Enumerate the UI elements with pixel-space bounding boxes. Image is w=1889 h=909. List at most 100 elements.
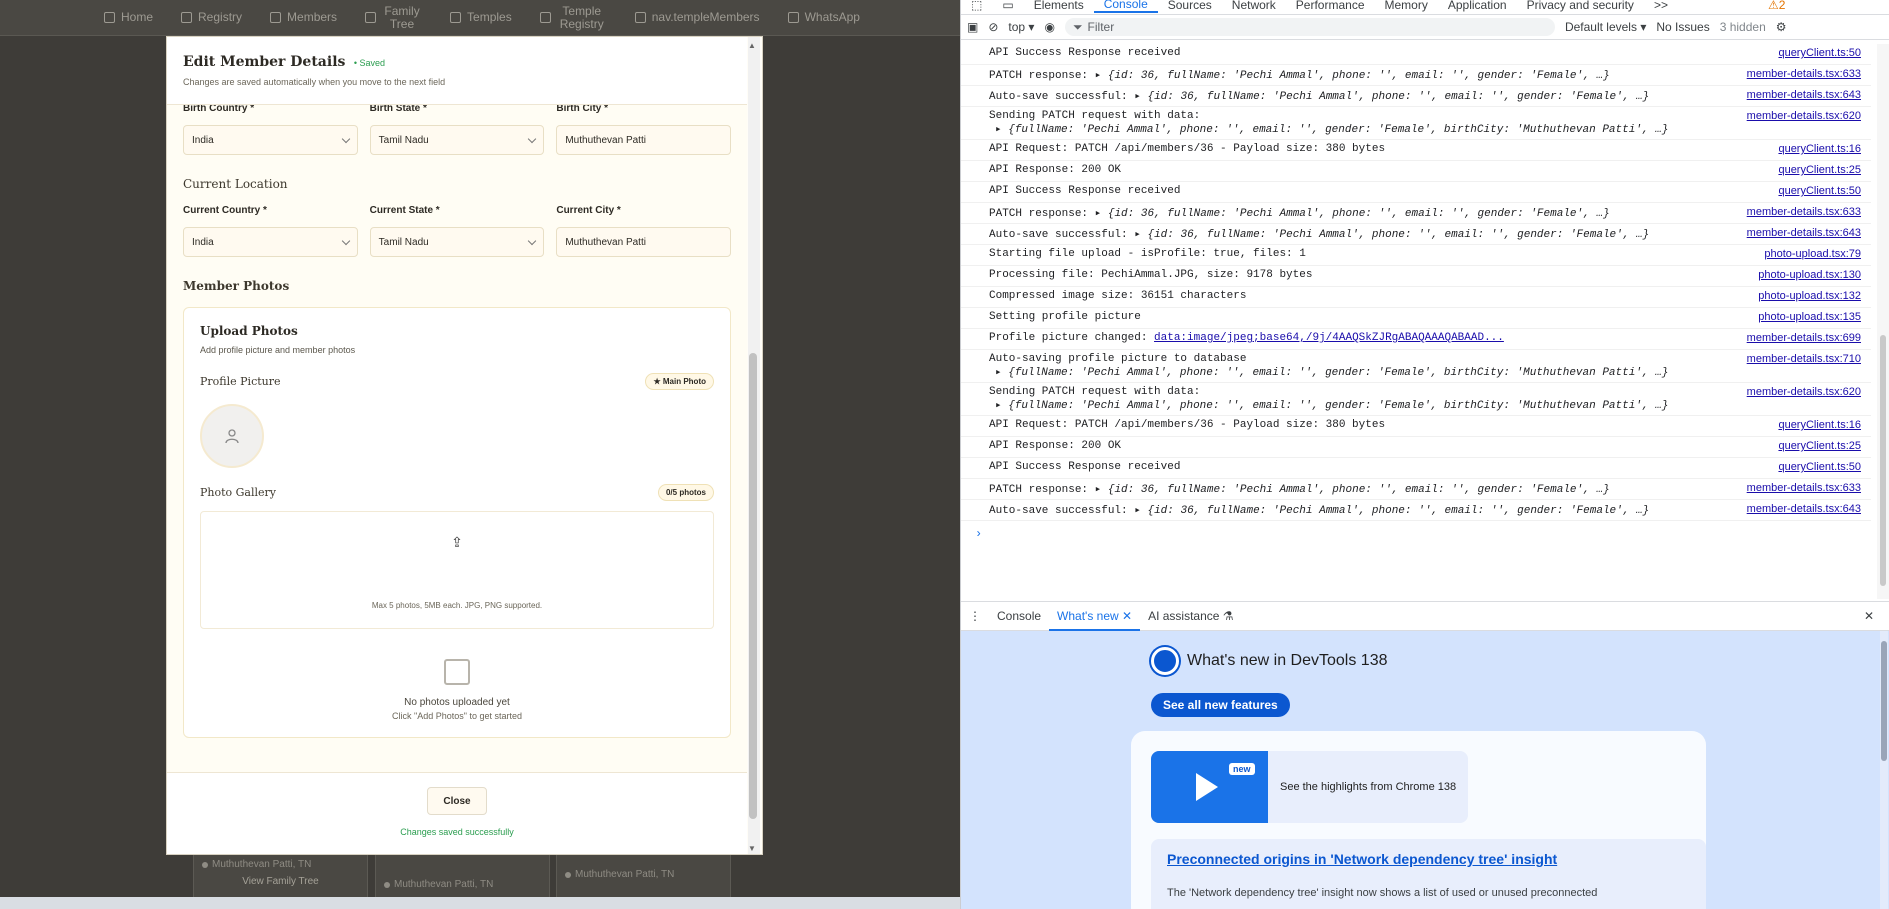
insight-card: Preconnected origins in 'Network depende…	[1151, 839, 1706, 909]
drawer-tab-ai-assistance[interactable]: AI assistance ⚗	[1140, 601, 1241, 631]
close-drawer-icon[interactable]: ✕	[1856, 601, 1882, 631]
current-state-select[interactable]: Tamil Nadu	[369, 227, 545, 257]
tab-privacy[interactable]: Privacy and security	[1517, 0, 1644, 12]
modal-scrollbar[interactable]: ▲ ▼	[748, 37, 760, 854]
source-link[interactable]: member-details.tsx:633	[1747, 206, 1861, 218]
console-object[interactable]: ▸ {fullName: 'Pechi Ammal', phone: '', e…	[989, 122, 1871, 136]
console-object[interactable]: {id: 36, fullName: 'Pechi Ammal', phone:…	[1108, 208, 1610, 220]
source-link[interactable]: photo-upload.tsx:135	[1758, 311, 1861, 323]
tab-console[interactable]: Console	[1093, 0, 1158, 13]
console-message: API Request: PATCH /api/members/36 - Pay…	[989, 143, 1871, 155]
inspect-icon[interactable]: ⬚	[961, 0, 992, 12]
source-link[interactable]: photo-upload.tsx:130	[1758, 269, 1861, 281]
nav-family-tree[interactable]: Family Tree	[351, 0, 436, 36]
main-photo-badge: ★ Main Photo	[645, 373, 714, 390]
nav-temple-members[interactable]: nav.templeMembers	[621, 0, 774, 36]
nav-whatsapp[interactable]: WhatsApp	[774, 0, 874, 36]
console-message: Sending PATCH request with data:	[989, 386, 1871, 398]
tab-elements[interactable]: Elements	[1024, 0, 1094, 12]
console-object[interactable]: {id: 36, fullName: 'Pechi Ammal', phone:…	[1147, 229, 1649, 241]
source-link[interactable]: member-details.tsx:710	[1747, 353, 1861, 365]
tab-performance[interactable]: Performance	[1286, 0, 1375, 12]
scroll-thumb[interactable]	[749, 353, 757, 819]
clear-console-icon[interactable]: ⊘	[988, 20, 998, 34]
console-object[interactable]: {id: 36, fullName: 'Pechi Ammal', phone:…	[1147, 91, 1649, 103]
saved-message: Changes saved successfully	[400, 827, 514, 837]
current-city-input[interactable]: Muthuthevan Patti	[556, 227, 732, 257]
source-link[interactable]: member-details.tsx:620	[1747, 386, 1861, 398]
temples-members-icon	[634, 12, 646, 23]
insight-title-link[interactable]: Preconnected origins in 'Network depende…	[1167, 851, 1690, 867]
nav-home[interactable]: Home	[90, 0, 167, 36]
source-link[interactable]: queryClient.ts:16	[1778, 419, 1861, 431]
drawer-scrollbar[interactable]	[1880, 631, 1888, 909]
close-button[interactable]: Close	[427, 787, 487, 815]
nav-temple-registry[interactable]: Temple Registry	[526, 0, 621, 36]
source-link[interactable]: member-details.tsx:643	[1747, 89, 1861, 101]
source-link[interactable]: member-details.tsx:620	[1747, 110, 1861, 122]
source-link[interactable]: queryClient.ts:50	[1778, 47, 1861, 59]
source-link[interactable]: member-details.tsx:633	[1747, 68, 1861, 80]
console-message: Auto-save successful: ▸ {id: 36, fullNam…	[989, 91, 1650, 103]
play-icon	[1196, 773, 1218, 801]
tab-memory[interactable]: Memory	[1375, 0, 1438, 12]
source-link[interactable]: queryClient.ts:50	[1778, 185, 1861, 197]
source-link[interactable]: queryClient.ts:25	[1778, 164, 1861, 176]
photo-dropzone[interactable]: ⇪ Max 5 photos, 5MB each. JPG, PNG suppo…	[200, 511, 714, 629]
console-object[interactable]: ▸ {fullName: 'Pechi Ammal', phone: '', e…	[989, 365, 1871, 379]
filter-input[interactable]: ⏷ Filter	[1064, 18, 1555, 36]
view-family-tree-link[interactable]: View Family Tree	[202, 876, 359, 887]
tab-application[interactable]: Application	[1438, 0, 1517, 12]
console-object[interactable]: {id: 36, fullName: 'Pechi Ammal', phone:…	[1108, 70, 1610, 82]
console-object[interactable]: ▸ {fullName: 'Pechi Ammal', phone: '', e…	[989, 398, 1871, 412]
console-object[interactable]: {id: 36, fullName: 'Pechi Ammal', phone:…	[1108, 484, 1610, 496]
nav-temples[interactable]: Temples	[436, 0, 526, 36]
data-url-link[interactable]: data:image/jpeg;base64,/9j/4AAQSkZJRgABA…	[1154, 332, 1504, 344]
see-all-features-button[interactable]: See all new features	[1151, 693, 1290, 717]
console-object[interactable]: {id: 36, fullName: 'Pechi Ammal', phone:…	[1147, 505, 1649, 517]
levels-dropdown[interactable]: Default levels ▾	[1565, 20, 1646, 34]
sidebar-toggle-icon[interactable]: ▣	[967, 20, 978, 34]
scroll-up-icon[interactable]: ▲	[748, 41, 756, 50]
current-country-select[interactable]: India	[183, 227, 358, 257]
console-message-text: API Request: PATCH /api/members/36 - Pay…	[989, 143, 1386, 155]
drawer-menu-icon[interactable]: ⋮	[961, 601, 989, 631]
highlight-video-thumbnail[interactable]: new	[1151, 751, 1268, 823]
source-link[interactable]: member-details.tsx:643	[1747, 227, 1861, 239]
current-country-field: Current Country * India	[183, 205, 358, 257]
location-icon	[565, 871, 571, 878]
drawer-scroll-thumb[interactable]	[1881, 641, 1887, 761]
source-link[interactable]: member-details.tsx:699	[1747, 332, 1861, 344]
scroll-down-icon[interactable]: ▼	[748, 844, 756, 853]
nav-members[interactable]: Members	[256, 0, 351, 36]
more-tabs-icon[interactable]: >>	[1644, 0, 1678, 12]
source-link[interactable]: member-details.tsx:633	[1747, 482, 1861, 494]
profile-avatar[interactable]	[200, 404, 264, 468]
tab-network[interactable]: Network	[1222, 0, 1286, 12]
source-link[interactable]: queryClient.ts:25	[1778, 440, 1861, 452]
source-link[interactable]: queryClient.ts:16	[1778, 143, 1861, 155]
warning-count[interactable]: ⚠2	[1758, 0, 1795, 12]
device-icon[interactable]: ▭	[992, 0, 1023, 12]
birth-city-input[interactable]: Muthuthevan Patti	[556, 125, 732, 155]
nav-registry[interactable]: Registry	[167, 0, 256, 36]
drawer-tab-whats-new[interactable]: What's new ✕	[1049, 601, 1141, 631]
eye-icon[interactable]: ◉	[1044, 20, 1054, 34]
birth-state-select[interactable]: Tamil Nadu	[369, 125, 545, 155]
highlights-card[interactable]: new See the highlights from Chrome 138	[1151, 751, 1468, 823]
source-link[interactable]: photo-upload.tsx:132	[1758, 290, 1861, 302]
console-scroll-thumb[interactable]	[1880, 335, 1886, 586]
context-select[interactable]: top ▾	[1008, 20, 1034, 34]
source-link[interactable]: member-details.tsx:643	[1747, 503, 1861, 515]
drawer-tab-console[interactable]: Console	[989, 601, 1049, 631]
console-entry: PATCH response: ▸ {id: 36, fullName: 'Pe…	[961, 65, 1871, 86]
source-link[interactable]: queryClient.ts:50	[1778, 461, 1861, 473]
birth-country-select[interactable]: India	[183, 125, 358, 155]
console-scrollbar[interactable]	[1877, 44, 1889, 599]
settings-icon[interactable]: ⚙	[1776, 20, 1787, 34]
issues-link[interactable]: No Issues	[1656, 20, 1709, 34]
source-link[interactable]: photo-upload.tsx:79	[1764, 248, 1861, 260]
tab-sources[interactable]: Sources	[1158, 0, 1222, 12]
console-prompt[interactable]: ›	[961, 521, 1871, 541]
console-message: Auto-save successful: ▸ {id: 36, fullNam…	[989, 505, 1650, 517]
